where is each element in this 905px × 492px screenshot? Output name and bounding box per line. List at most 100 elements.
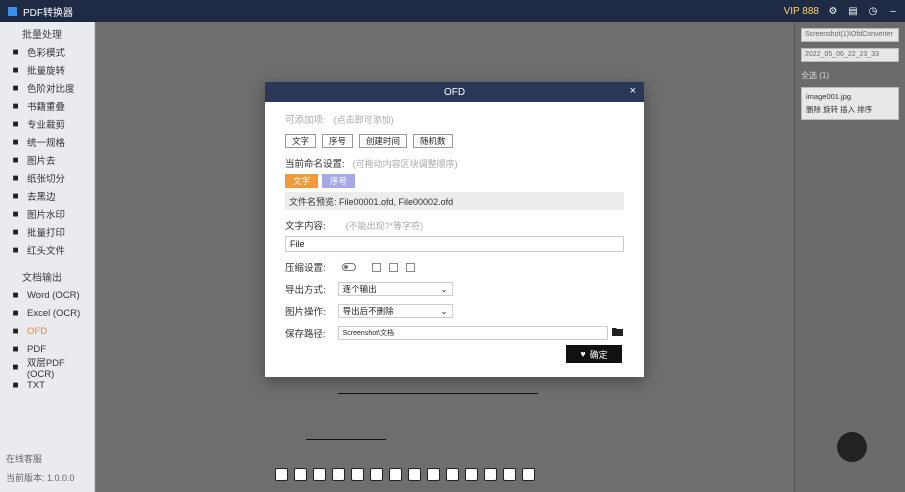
sidebar-item-label: TXT [27, 379, 45, 391]
sidebar-item-pdf2[interactable]: ■ 双层PDF (OCR) [0, 358, 94, 380]
tool-delete-icon[interactable] [503, 467, 516, 481]
menu-icon[interactable]: ▤ [847, 5, 859, 17]
confirm-button[interactable]: ♥ 确定 [566, 345, 622, 363]
sidebar-item-ofd[interactable]: ■ OFD [0, 322, 94, 340]
compress-label: 压缩设置: [285, 263, 326, 274]
tool-color-icon[interactable] [408, 467, 421, 481]
sidebar-item-word[interactable]: ■ Word (OCR) [0, 286, 94, 304]
chip-text[interactable]: 文字 [285, 174, 319, 188]
pdf2-icon: ■ [12, 361, 19, 373]
compress-option-1[interactable] [371, 262, 381, 272]
sidebar-item-watermark[interactable]: ■ 图片水印 [0, 205, 94, 223]
file-actions[interactable]: 删除 旋转 插入 排序 [806, 104, 894, 115]
current-naming-label: 当前命名设置: [285, 159, 345, 170]
scan-button[interactable] [837, 432, 867, 462]
sidebar-item-label: 图片去 [27, 156, 56, 167]
chevron-down-icon: ⌄ [440, 283, 448, 294]
bottom-toolbar [275, 463, 535, 485]
sidebar-item-label: 图片水印 [27, 210, 66, 221]
add-rule-button[interactable]: 文字 [285, 134, 317, 148]
sidebar-item-rotate[interactable]: ■ 批量旋转 [0, 61, 94, 79]
color-icon: ■ [12, 46, 19, 58]
sidebar-item-crop[interactable]: ■ 专业裁剪 [0, 115, 94, 133]
tool-more-icon[interactable] [522, 467, 535, 481]
add-rule-button[interactable]: 随机数 [413, 134, 453, 148]
folder-icon[interactable] [611, 327, 623, 339]
current-naming-hint: (可拖动内容区块调整顺序) [352, 158, 458, 169]
tool-image-icon[interactable] [332, 467, 345, 481]
dialog-header: OFD × [265, 82, 644, 102]
save-path-label: 保存路径: [285, 329, 326, 340]
tool-fit-icon[interactable] [275, 467, 288, 481]
text-content-hint: (不能出现?*等字符) [345, 220, 424, 231]
sidebar-item-image[interactable]: ■ 图片去 [0, 151, 94, 169]
image-op-label: 图片操作: [285, 307, 326, 318]
rotate-icon: ■ [12, 64, 19, 76]
sidebar-item-label: 统一规格 [27, 138, 66, 149]
sidebar-item-label: 专业裁剪 [27, 120, 66, 131]
file-item[interactable]: image001.jpg 删除 旋转 插入 排序 [801, 87, 899, 120]
sidebar-item-contrast[interactable]: ■ 色阶对比度 [0, 79, 94, 97]
sidebar-item-book[interactable]: ■ 书籍重叠 [0, 97, 94, 115]
chevron-down-icon: ⌄ [440, 305, 448, 316]
compress-option-2[interactable] [388, 262, 398, 272]
vip-badge[interactable]: VIP 888 [784, 6, 819, 17]
sidebar-item-excel[interactable]: ■ Excel (OCR) [0, 304, 94, 322]
timestamp-field[interactable]: 2022_05_06_22_23_33 [801, 48, 899, 62]
sidebar-item-label: OFD [27, 325, 48, 337]
split-icon: ■ [12, 172, 19, 184]
sidebar-item-label: 书籍重叠 [27, 102, 66, 113]
excel-icon: ■ [12, 307, 19, 319]
image-op-select[interactable]: 导出后不删除 ⌄ [337, 304, 453, 318]
output-folder-field[interactable]: Screenshot(1)\OfdConverter [801, 28, 899, 42]
sidebar-item-label: 色彩模式 [27, 48, 66, 59]
version-text: 当前版本: 1.0.0.0 [6, 473, 75, 483]
compress-option-3[interactable] [405, 262, 415, 272]
sidebar-item-label: 批量打印 [27, 228, 66, 239]
text-content-input[interactable]: File [285, 236, 624, 252]
close-icon[interactable]: × [630, 85, 636, 97]
save-path-input[interactable]: Screenshot\文档 [337, 326, 608, 340]
sidebar-item-print[interactable]: ■ 批量打印 [0, 223, 94, 241]
filename-preview: 文件名预览: File00001.ofd, File00002.ofd [285, 192, 624, 210]
compress-toggle[interactable] [341, 263, 356, 271]
tool-pdf-icon[interactable] [465, 467, 478, 481]
file-name: image001.jpg [806, 92, 852, 101]
clock-icon[interactable]: ◷ [867, 5, 879, 17]
border-icon: ■ [12, 190, 19, 202]
resize-icon: ■ [12, 136, 19, 148]
sidebar-item-label: 红头文件 [27, 246, 66, 257]
sidebar: 批量处理 ■ 色彩模式 ■ 批量旋转 ■ 色阶对比度 ■ 书籍重叠 ■ 专业裁剪 ■ 统一规格 ■ 图片去… [0, 22, 95, 492]
pdf-icon: ■ [12, 343, 19, 355]
chip-serial[interactable]: 序号 [322, 174, 356, 188]
minimize-icon[interactable]: – [887, 5, 899, 17]
sidebar-item-color[interactable]: ■ 色彩模式 [0, 43, 94, 61]
sidebar-item-doc[interactable]: ■ 红头文件 [0, 241, 94, 259]
crop-icon: ■ [12, 118, 19, 130]
sidebar-item-label: PDF [27, 343, 46, 355]
tool-align-icon[interactable] [389, 467, 402, 481]
tool-print-icon[interactable] [446, 467, 459, 481]
title-bar: PDF转换器 VIP 888 ⚙ ▤ ◷ – [0, 0, 905, 22]
export-mode-value: 逐个输出 [342, 284, 377, 294]
txt-icon: ■ [12, 379, 19, 391]
sidebar-item-label: Word (OCR) [27, 289, 80, 301]
add-rule-button[interactable]: 创建时间 [359, 134, 408, 148]
add-rule-button[interactable]: 序号 [322, 134, 354, 148]
sidebar-item-split[interactable]: ■ 纸张切分 [0, 169, 94, 187]
right-panel: Screenshot(1)\OfdConverter 2022_05_06_22… [794, 22, 905, 492]
select-all-checkbox[interactable]: 全选 (1) [801, 70, 899, 81]
tool-crop-icon[interactable] [313, 467, 326, 481]
sidebar-item-border[interactable]: ■ 去黑边 [0, 187, 94, 205]
watermark-icon: ■ [12, 208, 19, 220]
tool-scan-icon[interactable] [484, 467, 497, 481]
export-mode-select[interactable]: 逐个输出 ⌄ [337, 282, 453, 296]
sidebar-item-resize[interactable]: ■ 统一规格 [0, 133, 94, 151]
customer-service-link[interactable]: 在线客服 [6, 452, 75, 465]
tool-undo-icon[interactable] [427, 467, 440, 481]
settings-icon[interactable]: ⚙ [827, 5, 839, 17]
tool-rect-icon[interactable] [294, 467, 307, 481]
tool-rotate-icon[interactable] [370, 467, 383, 481]
app-logo-icon [6, 5, 18, 17]
tool-split-icon[interactable] [351, 467, 364, 481]
